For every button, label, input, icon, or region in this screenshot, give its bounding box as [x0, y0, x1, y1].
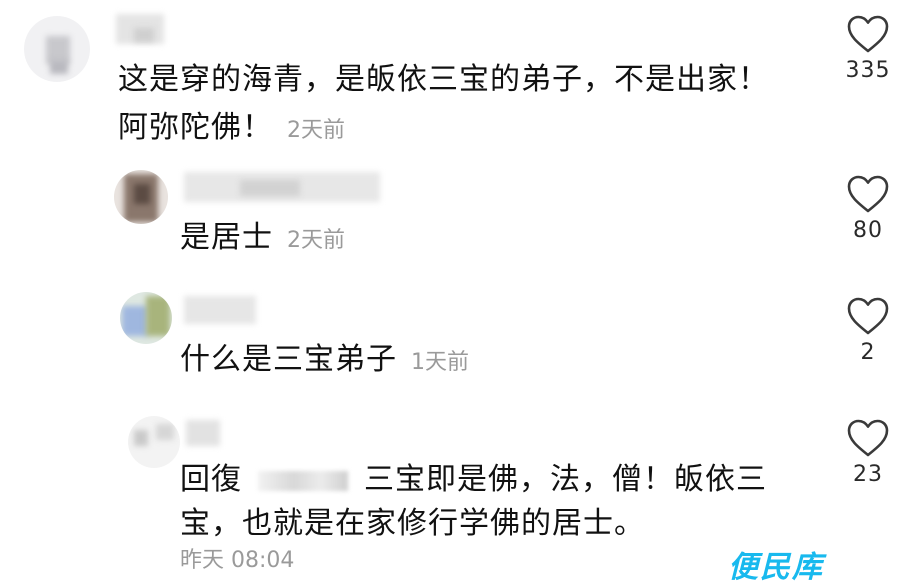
comment-text-line: 什么是三宝弟子 — [180, 342, 397, 377]
like-button[interactable]: 80 — [833, 174, 903, 243]
comment-text: 什么是三宝弟子 1天前 — [180, 336, 469, 387]
comment-text-line: 宝，也就是在家修行学佛的居士。 — [180, 506, 645, 541]
like-count: 335 — [845, 58, 891, 83]
like-count: 23 — [853, 462, 883, 487]
like-button[interactable]: 2 — [833, 296, 903, 365]
comment-text-line: 是居士 — [180, 220, 273, 255]
username-blurred[interactable] — [184, 296, 256, 324]
username-blurred[interactable] — [186, 420, 220, 446]
comment-text-line: 这是穿的海青，是皈依三宝的弟子，不是出家！ — [118, 62, 769, 97]
comment-text: 这是穿的海青，是皈依三宝的弟子，不是出家！ — [118, 56, 769, 104]
heart-outline-icon — [847, 15, 889, 53]
comment-thread: 这是穿的海青，是皈依三宝的弟子，不是出家！ 阿弥陀佛！ 2天前 335 是居士 2天… — [0, 0, 908, 584]
reply-prefix: 回復 — [180, 462, 242, 497]
timestamp: 2天前 — [287, 228, 345, 253]
comment-text-line: 三宝即是佛，法，僧！皈依三 — [364, 462, 767, 497]
like-count: 80 — [853, 218, 883, 243]
avatar[interactable] — [128, 416, 180, 468]
avatar[interactable] — [114, 170, 168, 224]
avatar[interactable] — [120, 292, 172, 344]
like-button[interactable]: 23 — [833, 418, 903, 487]
comment-text-line: 阿弥陀佛！ — [118, 110, 273, 145]
watermark-logo: 便民库 — [728, 550, 824, 584]
like-count: 2 — [860, 340, 876, 365]
heart-outline-icon — [847, 297, 889, 335]
comment-text: 是居士 2天前 — [180, 214, 345, 265]
comment-text: 回復 三宝即是佛，法，僧！皈依三 — [180, 456, 767, 504]
heart-outline-icon — [847, 175, 889, 213]
timestamp: 2天前 — [287, 118, 345, 143]
like-button[interactable]: 335 — [833, 14, 903, 83]
comment-text: 阿弥陀佛！ 2天前 — [118, 104, 345, 155]
timestamp: 1天前 — [411, 350, 469, 375]
timestamp: 昨天 08:04 — [180, 548, 295, 573]
avatar[interactable] — [24, 16, 90, 82]
mentioned-user-blurred[interactable] — [258, 470, 348, 491]
heart-outline-icon — [847, 419, 889, 457]
timestamp-row: 昨天 08:04 — [180, 538, 294, 581]
